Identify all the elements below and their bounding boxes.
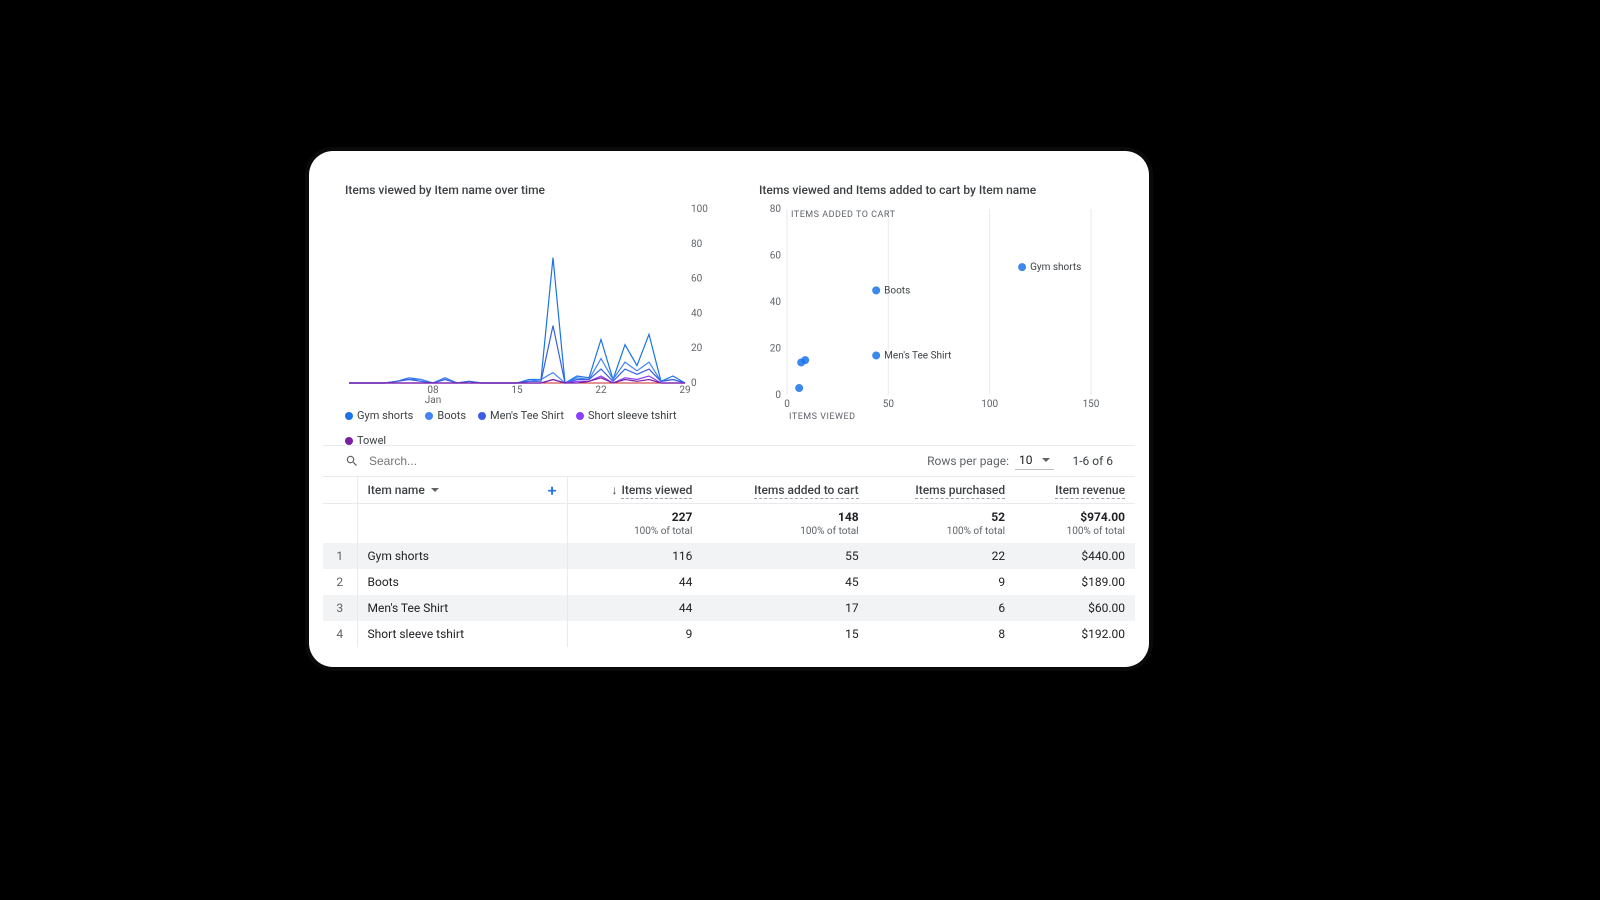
row-item-name: Boots xyxy=(357,569,567,595)
svg-text:Men's Tee Shirt: Men's Tee Shirt xyxy=(884,350,951,361)
row-metric: 44 xyxy=(567,595,702,621)
table-row[interactable]: 4Short sleeve tshirt9158$192.00 xyxy=(323,621,1135,647)
row-metric: 55 xyxy=(702,543,868,569)
legend-item[interactable]: Boots xyxy=(425,409,466,422)
svg-text:0: 0 xyxy=(691,378,697,389)
svg-text:20: 20 xyxy=(770,344,782,355)
svg-text:15: 15 xyxy=(511,385,523,396)
legend-item[interactable]: Gym shorts xyxy=(345,409,413,422)
legend-label: Boots xyxy=(437,409,466,422)
legend-item[interactable]: Short sleeve tshirt xyxy=(576,409,677,422)
row-metric: 8 xyxy=(869,621,1015,647)
row-metric: 45 xyxy=(702,569,868,595)
row-metric: 9 xyxy=(567,621,702,647)
svg-text:Gym shorts: Gym shorts xyxy=(1030,262,1081,273)
dimension-header[interactable]: Item name + xyxy=(357,477,567,504)
row-index: 4 xyxy=(323,621,357,647)
col-header-items-purchased[interactable]: Items purchased xyxy=(869,477,1015,504)
legend-color-dot xyxy=(478,412,486,420)
scatter-chart-title: Items viewed and Items added to cart by … xyxy=(759,183,1113,197)
row-metric: $189.00 xyxy=(1015,569,1135,595)
svg-text:100: 100 xyxy=(691,204,708,215)
svg-text:60: 60 xyxy=(691,274,703,285)
legend-color-dot xyxy=(425,412,433,420)
svg-text:0: 0 xyxy=(775,390,781,401)
line-chart-legend: Gym shorts Boots Men's Tee Shirt Short slee… xyxy=(345,409,715,447)
row-item-name: Men's Tee Shirt xyxy=(357,595,567,621)
search-input[interactable] xyxy=(367,453,567,469)
svg-text:40: 40 xyxy=(691,308,703,319)
svg-text:80: 80 xyxy=(691,239,703,250)
line-chart-body[interactable]: 02040608010008Jan152229 xyxy=(345,203,715,403)
svg-text:100: 100 xyxy=(981,399,998,410)
col-header-items-added[interactable]: Items added to cart xyxy=(702,477,868,504)
legend-color-dot xyxy=(345,437,353,445)
legend-item[interactable]: Men's Tee Shirt xyxy=(478,409,564,422)
svg-text:Boots: Boots xyxy=(884,285,910,296)
row-metric: 22 xyxy=(869,543,1015,569)
row-index: 2 xyxy=(323,569,357,595)
col-header-items-viewed[interactable]: ↓Items viewed xyxy=(567,477,702,504)
legend-label: Short sleeve tshirt xyxy=(588,409,677,422)
svg-text:0: 0 xyxy=(784,399,790,410)
total-items-purchased: 52100% of total xyxy=(869,504,1015,544)
report-panel: Items viewed by Item name over time 0204… xyxy=(323,165,1135,653)
row-metric: 17 xyxy=(702,595,868,621)
total-items-added: 148100% of total xyxy=(702,504,868,544)
rows-per-page-select[interactable]: 10 xyxy=(1015,453,1055,470)
row-metric: 44 xyxy=(567,569,702,595)
legend-label: Gym shorts xyxy=(357,409,413,422)
dimension-label: Item name xyxy=(368,483,425,497)
svg-text:Jan: Jan xyxy=(425,395,441,403)
row-index: 1 xyxy=(323,543,357,569)
caret-down-icon xyxy=(1042,458,1050,462)
svg-text:150: 150 xyxy=(1083,399,1099,410)
row-metric: $60.00 xyxy=(1015,595,1135,621)
device-frame: Items viewed by Item name over time 0204… xyxy=(309,151,1149,667)
legend-color-dot xyxy=(576,412,584,420)
row-metric: 6 xyxy=(869,595,1015,621)
svg-text:22: 22 xyxy=(595,385,607,396)
svg-text:60: 60 xyxy=(770,251,782,262)
row-index: 3 xyxy=(323,595,357,621)
charts-row: Items viewed by Item name over time 0 20 4… xyxy=(323,165,1135,445)
scatter-chart-body[interactable]: 050100150020406080ITEMS ADDED TO CARTITE… xyxy=(759,203,1113,403)
row-item-name: Short sleeve tshirt xyxy=(357,621,567,647)
row-metric: 9 xyxy=(869,569,1015,595)
total-item-revenue: $974.00100% of total xyxy=(1015,504,1135,544)
rows-per-page-label: Rows per page: xyxy=(927,454,1009,468)
svg-text:ITEMS VIEWED: ITEMS VIEWED xyxy=(789,412,856,422)
sort-descending-icon: ↓ xyxy=(611,483,617,497)
line-chart-title: Items viewed by Item name over time xyxy=(345,183,715,197)
legend-label: Men's Tee Shirt xyxy=(490,409,564,422)
table-row[interactable]: 3Men's Tee Shirt44176$60.00 xyxy=(323,595,1135,621)
add-dimension-button[interactable]: + xyxy=(548,483,557,499)
svg-text:80: 80 xyxy=(770,204,782,215)
col-header-item-revenue[interactable]: Item revenue xyxy=(1015,477,1135,504)
legend-color-dot xyxy=(345,412,353,420)
search-icon xyxy=(345,454,359,468)
table-toolbar: Rows per page: 10 1-6 of 6 xyxy=(323,445,1135,477)
svg-text:40: 40 xyxy=(770,297,782,308)
svg-text:29: 29 xyxy=(679,385,690,396)
pagination-range: 1-6 of 6 xyxy=(1072,454,1113,468)
row-metric: $192.00 xyxy=(1015,621,1135,647)
svg-text:50: 50 xyxy=(883,399,895,410)
table-row[interactable]: 2Boots44459$189.00 xyxy=(323,569,1135,595)
data-table: Item name + ↓Items viewed Items added to… xyxy=(323,477,1135,653)
row-item-name: Gym shorts xyxy=(357,543,567,569)
scatter-chart-card: Items viewed and Items added to cart by … xyxy=(737,165,1135,445)
line-chart-card: Items viewed by Item name over time 0 20 4… xyxy=(323,165,737,445)
row-metric: 15 xyxy=(702,621,868,647)
row-metric: 116 xyxy=(567,543,702,569)
svg-text:20: 20 xyxy=(691,343,703,354)
row-metric: $440.00 xyxy=(1015,543,1135,569)
caret-down-icon xyxy=(431,488,439,492)
table-row[interactable]: 1Gym shorts1165522$440.00 xyxy=(323,543,1135,569)
svg-text:ITEMS ADDED TO CART: ITEMS ADDED TO CART xyxy=(791,210,896,220)
rows-per-page-value: 10 xyxy=(1019,453,1033,467)
total-items-viewed: 227100% of total xyxy=(567,504,702,544)
